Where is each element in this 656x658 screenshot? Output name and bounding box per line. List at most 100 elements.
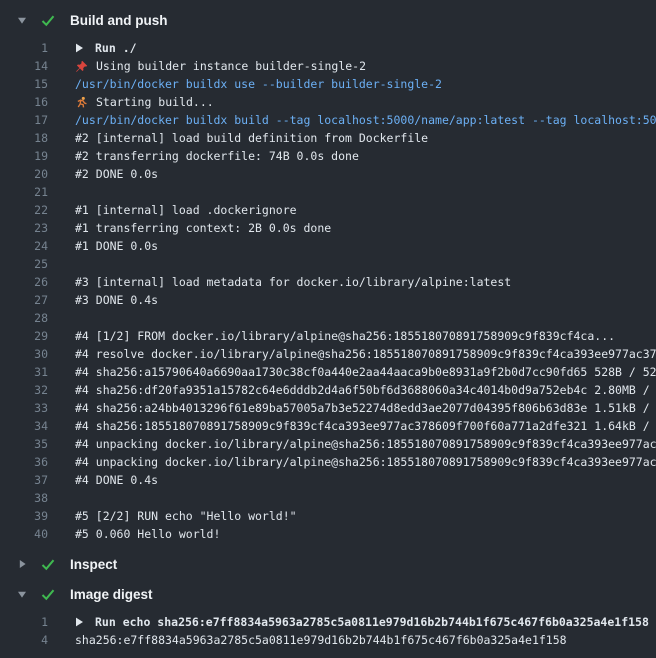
log-text: #5 [2/2] RUN echo "Hello world!"	[75, 507, 297, 525]
log-line: 31 #4 sha256:a15790640a6690aa1730c38cf0a4…	[0, 363, 656, 381]
log-line: 15/usr/bin/docker buildx use --builder b…	[0, 75, 656, 93]
log-text: #4 sha256:df20fa9351a15782c64e6dddb2d4a6…	[75, 381, 656, 399]
log-line: 36 #4 unpacking docker.io/library/alpine@…	[0, 453, 656, 471]
line-number[interactable]: 30	[0, 345, 48, 363]
line-content: #4 unpacking docker.io/library/alpine@sh…	[75, 435, 656, 453]
line-content: #5 [2/2] RUN echo "Hello world!"	[75, 507, 656, 525]
line-content: #1 DONE 0.0s	[75, 237, 656, 255]
line-number[interactable]: 1	[0, 39, 48, 57]
line-number[interactable]: 26	[0, 273, 48, 291]
line-number[interactable]: 29	[0, 327, 48, 345]
play-icon[interactable]	[75, 43, 84, 53]
step-command-text: Run ./	[95, 39, 137, 57]
log-line: 20#2 DONE 0.0s	[0, 165, 656, 183]
line-number[interactable]: 39	[0, 507, 48, 525]
line-number[interactable]: 31	[0, 363, 48, 381]
line-number[interactable]: 34	[0, 417, 48, 435]
log-text: #2 [internal] load build definition from…	[75, 129, 428, 147]
log-text: #1 [internal] load .dockerignore	[75, 201, 297, 219]
line-number[interactable]: 4	[0, 631, 48, 649]
line-number[interactable]: 15	[0, 75, 48, 93]
line-number[interactable]: 28	[0, 309, 48, 327]
section-label: Build and push	[70, 13, 168, 28]
line-number[interactable]: 27	[0, 291, 48, 309]
section-header-build-and-push[interactable]: Build and push	[0, 7, 656, 33]
line-content: Run echo sha256:e7ff8834a5963a2785c5a081…	[75, 613, 656, 631]
line-number[interactable]: 1	[0, 613, 48, 631]
line-number[interactable]: 37	[0, 471, 48, 489]
log-line: 27 #3 DONE 0.4s	[0, 291, 656, 309]
log-text: #4 resolve docker.io/library/alpine@sha2…	[75, 345, 656, 363]
log-line: 1 Run echo sha256:e7ff8834a5963a2785c5a08…	[0, 613, 656, 631]
line-content: #4 sha256:df20fa9351a15782c64e6dddb2d4a6…	[75, 381, 656, 399]
log-line: 40 #5 0.060 Hello world!	[0, 525, 656, 543]
section-body-build-and-push: 1 Run ./ 14 Using builder instance builder-…	[0, 33, 656, 547]
log-text: #1 DONE 0.0s	[75, 237, 158, 255]
log-line: 39 #5 [2/2] RUN echo "Hello world!"	[0, 507, 656, 525]
line-content: Using builder instance builder-single-2	[75, 57, 656, 75]
line-content: sha256:e7ff8834a5963a2785c5a0811e979d16b…	[75, 631, 656, 649]
log-text: /usr/bin/docker buildx use --builder bui…	[75, 75, 442, 93]
section-inspect: Inspect	[0, 551, 656, 577]
line-number[interactable]: 19	[0, 147, 48, 165]
log-line: 29 #4 [1/2] FROM docker.io/library/alpine…	[0, 327, 656, 345]
line-number[interactable]: 18	[0, 129, 48, 147]
line-content: #1 transferring context: 2B 0.0s done	[75, 219, 656, 237]
log-line: 25	[0, 255, 656, 273]
line-number[interactable]: 36	[0, 453, 48, 471]
line-content: #3 DONE 0.4s	[75, 291, 656, 309]
log-line: 30 #4 resolve docker.io/library/alpine@sh…	[0, 345, 656, 363]
line-number[interactable]: 16	[0, 93, 48, 111]
line-number[interactable]: 24	[0, 237, 48, 255]
section-body-image-digest: 1 Run echo sha256:e7ff8834a5963a2785c5a08…	[0, 607, 656, 653]
check-success-icon	[40, 13, 56, 28]
check-success-icon	[40, 587, 56, 602]
line-content: #5 0.060 Hello world!	[75, 525, 656, 543]
line-number[interactable]: 14	[0, 57, 48, 75]
log-line: 21	[0, 183, 656, 201]
line-number[interactable]: 35	[0, 435, 48, 453]
chevron-down-icon	[16, 589, 27, 599]
log-text: #4 unpacking docker.io/library/alpine@sh…	[75, 453, 656, 471]
line-content: #4 unpacking docker.io/library/alpine@sh…	[75, 453, 656, 471]
section-header-inspect[interactable]: Inspect	[0, 551, 656, 577]
section-image-digest: Image digest 1 Run echo sha256:e7ff8834a59…	[0, 581, 656, 653]
step-command-text: Run echo sha256:e7ff8834a5963a2785c5a081…	[95, 613, 649, 631]
section-label: Inspect	[70, 557, 117, 572]
line-content: #4 [1/2] FROM docker.io/library/alpine@s…	[75, 327, 656, 345]
log-text: Starting build...	[96, 93, 214, 111]
log-line: 34#4 sha256:185518070891758909c9f839cf4c…	[0, 417, 656, 435]
line-number[interactable]: 40	[0, 525, 48, 543]
play-icon[interactable]	[75, 617, 84, 627]
line-number[interactable]: 32	[0, 381, 48, 399]
runner-icon	[75, 96, 88, 109]
chevron-down-icon	[16, 15, 27, 25]
line-number[interactable]: 21	[0, 183, 48, 201]
line-number[interactable]: 23	[0, 219, 48, 237]
section-header-image-digest[interactable]: Image digest	[0, 581, 656, 607]
log-line: 18 #2 [internal] load build definition fr…	[0, 129, 656, 147]
log-text: #5 0.060 Hello world!	[75, 525, 220, 543]
check-success-icon	[40, 557, 56, 572]
line-number[interactable]: 17	[0, 111, 48, 129]
line-number[interactable]: 20	[0, 165, 48, 183]
line-content: #2 [internal] load build definition from…	[75, 129, 656, 147]
log-line: 26#3 [internal] load metadata for docker…	[0, 273, 656, 291]
log-line: 16 Starting build...	[0, 93, 656, 111]
line-number[interactable]: 25	[0, 255, 48, 273]
log-text: #4 unpacking docker.io/library/alpine@sh…	[75, 435, 656, 453]
log-text: #4 sha256:a15790640a6690aa1730c38cf0a440…	[75, 363, 656, 381]
line-content: #4 resolve docker.io/library/alpine@sha2…	[75, 345, 656, 363]
line-number[interactable]: 22	[0, 201, 48, 219]
log-text: /usr/bin/docker buildx build --tag local…	[75, 111, 656, 129]
log-text: #3 DONE 0.4s	[75, 291, 158, 309]
log-line: 37#4 DONE 0.4s	[0, 471, 656, 489]
log-line: 24 #1 DONE 0.0s	[0, 237, 656, 255]
workflow-logs: Build and push1Run ./14Using builder ins…	[0, 0, 656, 653]
log-line: 1 Run ./	[0, 39, 656, 57]
line-number[interactable]: 38	[0, 489, 48, 507]
log-line: 14 Using builder instance builder-single-…	[0, 57, 656, 75]
log-text: #4 sha256:a24bb4013296f61e89ba57005a7b3e…	[75, 399, 656, 417]
line-number[interactable]: 33	[0, 399, 48, 417]
log-text: #4 [1/2] FROM docker.io/library/alpine@s…	[75, 327, 615, 345]
